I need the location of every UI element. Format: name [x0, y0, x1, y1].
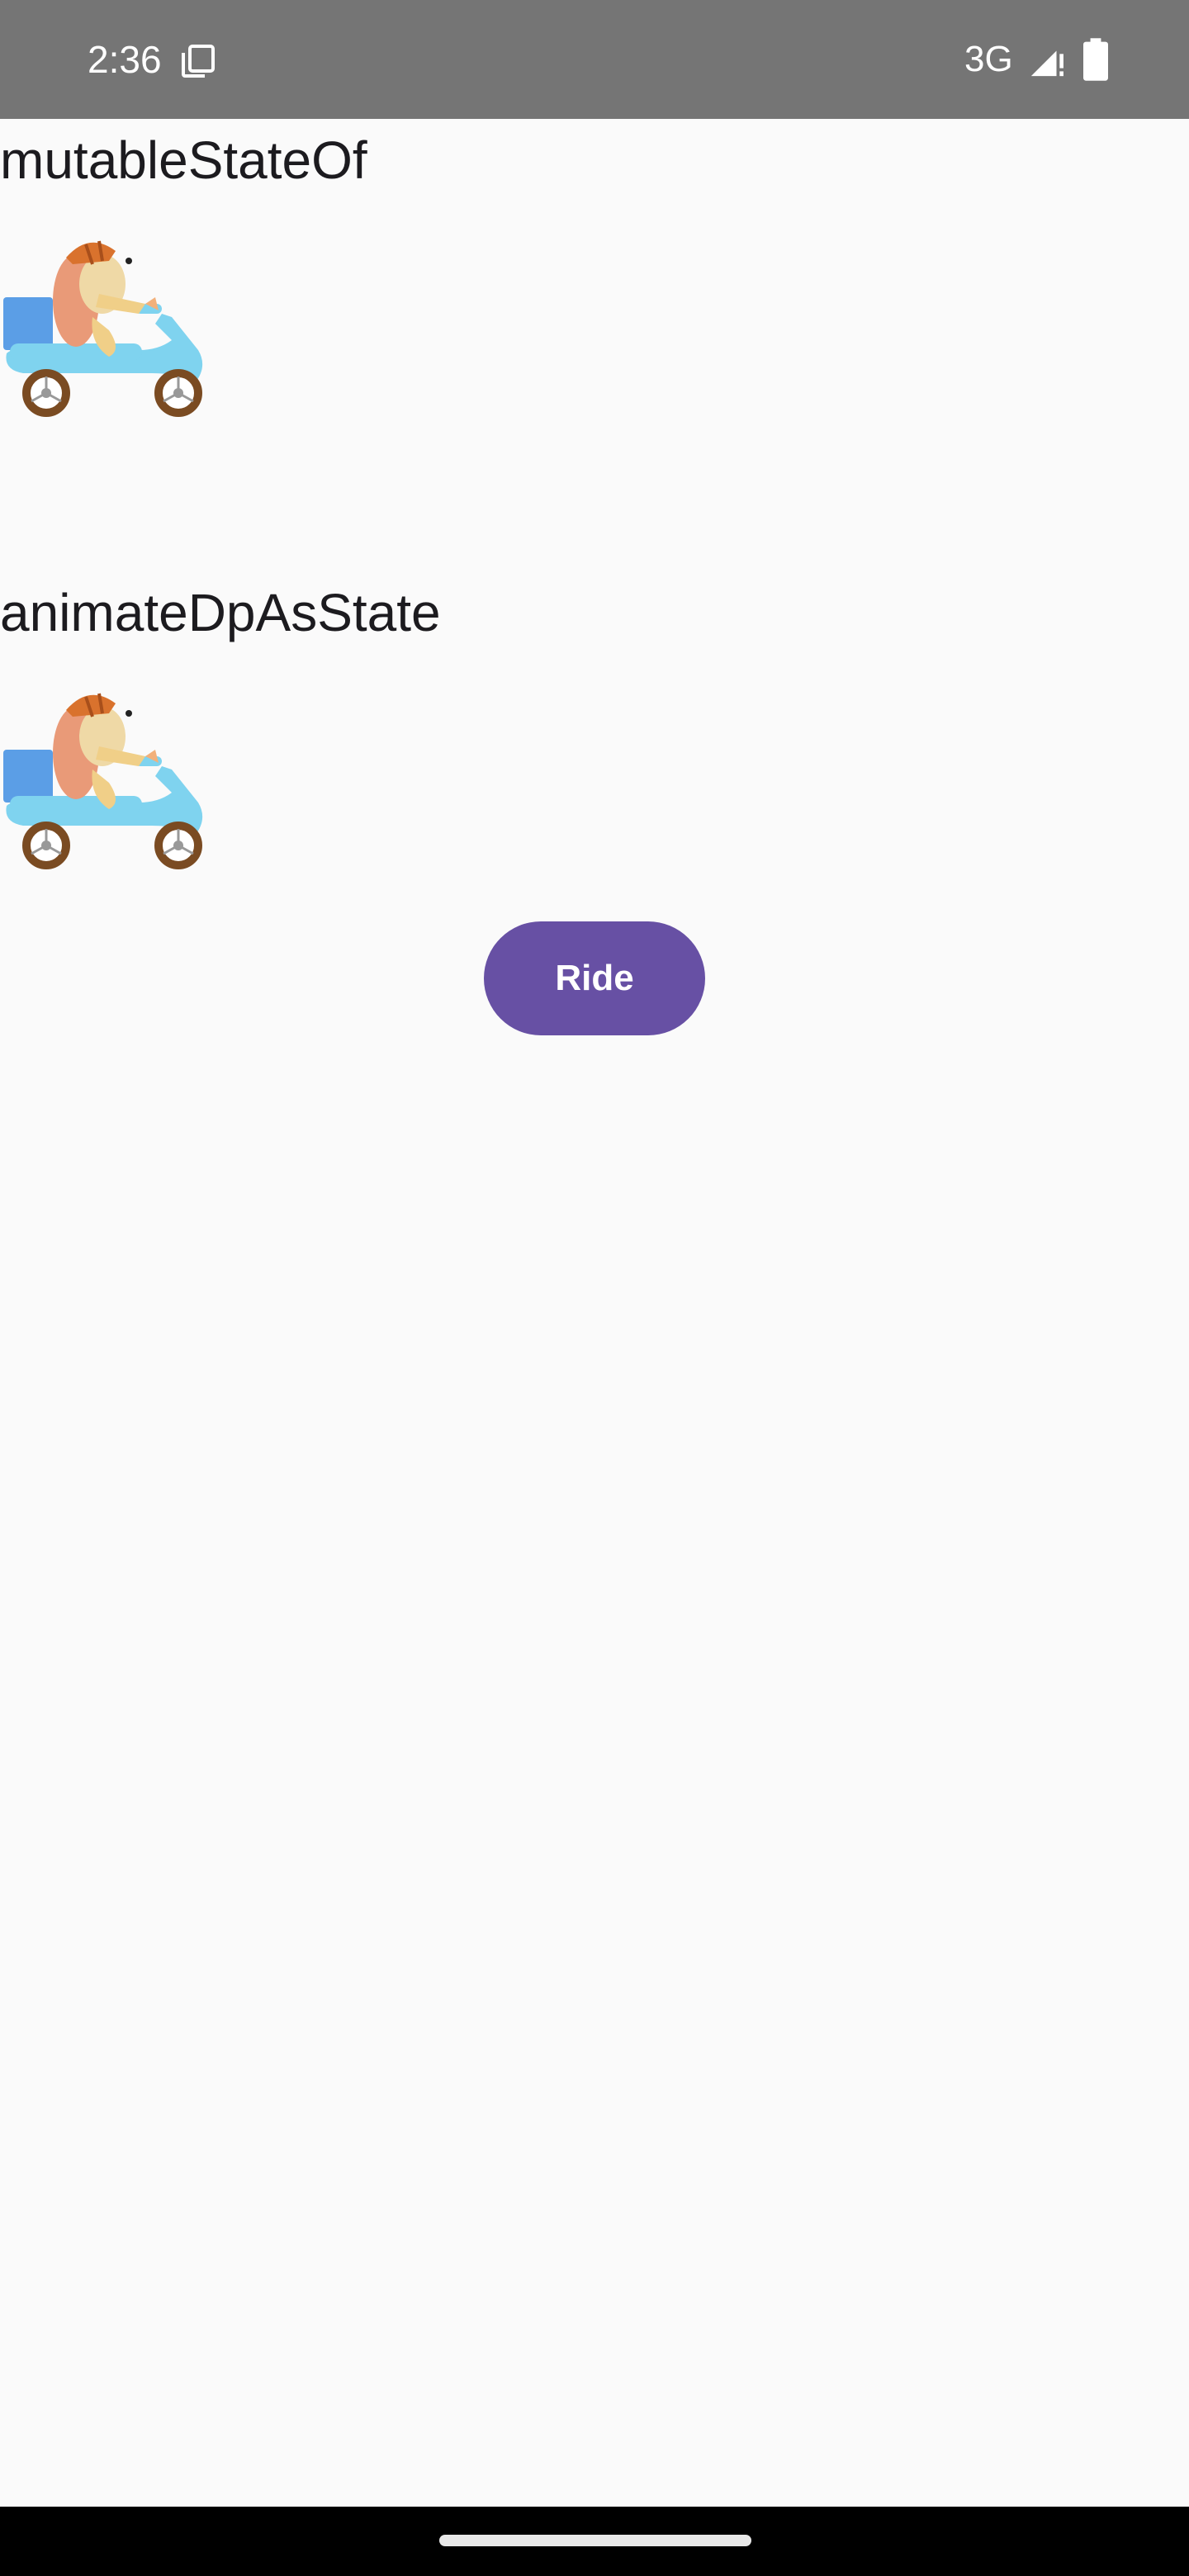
status-time: 2:36	[88, 38, 162, 81]
screenshot-icon	[182, 45, 215, 78]
signal-icon	[1030, 50, 1063, 77]
section-title-mutablestateof: mutableStateOf	[0, 130, 367, 190]
scooter-rider-icon	[3, 693, 203, 869]
section-title-animatedpasstate: animateDpAsState	[0, 583, 441, 642]
status-bar: 2:36 3G	[0, 0, 1189, 119]
scooter-rider-icon	[3, 240, 203, 417]
battery-icon	[1083, 38, 1108, 81]
navigation-bar	[0, 2507, 1189, 2576]
home-gesture-handle[interactable]	[439, 2535, 751, 2546]
ride-button[interactable]: Ride	[484, 921, 705, 1035]
app-screen: 2:36 3G mutableStateOf animateDpAsState …	[0, 0, 1189, 2576]
network-type: 3G	[964, 39, 1013, 79]
